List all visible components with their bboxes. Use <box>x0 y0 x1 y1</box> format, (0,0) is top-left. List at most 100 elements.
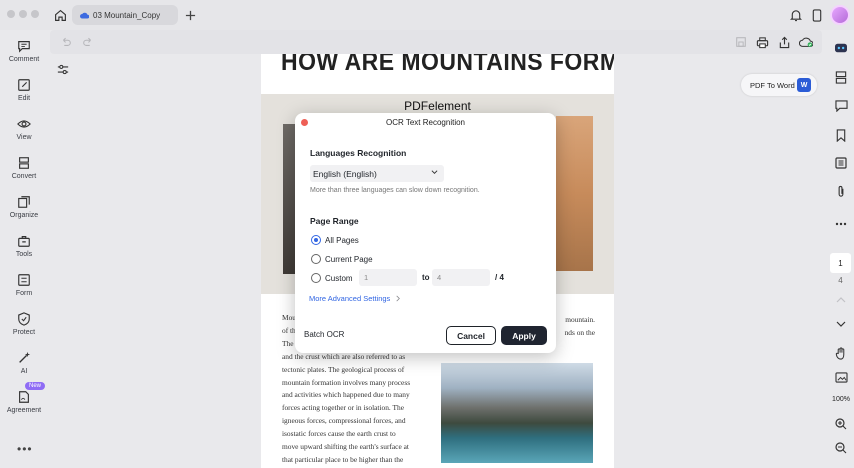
ellipsis-icon <box>835 222 847 226</box>
zoom-level[interactable]: 100% <box>829 396 853 403</box>
convert-icon <box>19 157 29 169</box>
sidebar-item-convert[interactable]: Convert <box>0 156 48 190</box>
display-settings-button[interactable] <box>55 61 71 77</box>
radio-label: Custom <box>325 273 353 283</box>
device-button[interactable] <box>809 7 825 23</box>
new-badge: New <box>25 382 46 390</box>
speech-bubble-icon <box>834 100 848 112</box>
sidebar-item-comment[interactable]: Comment <box>0 39 48 73</box>
agreement-icon <box>19 391 29 403</box>
page-range-section-title: Page Range <box>310 216 359 226</box>
shield-icon <box>18 312 30 326</box>
zoom-out-icon <box>835 442 847 454</box>
page-up-button[interactable] <box>833 292 849 308</box>
left-sidebar: Comment Edit View Convert Organize Tools… <box>0 30 48 468</box>
comments-panel-button[interactable] <box>833 98 849 114</box>
sidebar-item-label: Convert <box>11 173 37 180</box>
cancel-button[interactable]: Cancel <box>446 326 496 345</box>
fit-page-button[interactable] <box>833 369 849 385</box>
advanced-settings-label: More Advanced Settings <box>309 294 391 303</box>
thumbnails-icon <box>835 70 847 84</box>
advanced-settings-link[interactable]: More Advanced Settings <box>309 294 401 303</box>
pdf-to-word-button[interactable]: PDF To Word W <box>741 74 817 96</box>
attachments-button[interactable] <box>833 183 849 199</box>
text-line: igneous forces, compressional forces, an… <box>282 416 406 426</box>
apply-button[interactable]: Apply <box>501 326 547 345</box>
bookmarks-button[interactable] <box>833 127 849 143</box>
sidebar-item-agreement[interactable]: New Agreement <box>0 382 48 424</box>
print-button[interactable] <box>755 35 769 49</box>
zoom-out-button[interactable] <box>833 440 849 456</box>
undo-button[interactable] <box>59 35 73 49</box>
sidebar-item-form[interactable]: Form <box>0 273 48 307</box>
tablet-icon <box>812 8 822 22</box>
user-avatar[interactable] <box>830 5 850 25</box>
save-icon <box>736 37 746 47</box>
eye-icon <box>17 120 31 128</box>
ai-assistant-button[interactable] <box>833 40 849 56</box>
text-line: move upward shifting the earth's surface… <box>282 442 409 452</box>
sidebar-item-label: Agreement <box>6 407 42 414</box>
sidebar-item-label: Comment <box>8 56 40 63</box>
sidebar-item-view[interactable]: View <box>0 117 48 151</box>
current-page-input[interactable]: 1 <box>830 253 851 273</box>
text-line: isostatic forces cause the earth crust t… <box>282 429 396 439</box>
page-down-button[interactable] <box>833 316 849 332</box>
radio-all-pages[interactable]: All Pages <box>311 234 359 246</box>
share-button[interactable] <box>777 35 791 49</box>
window-close-dot[interactable] <box>7 10 15 18</box>
ai-wand-icon <box>19 351 31 363</box>
range-total-label: / 4 <box>495 273 504 282</box>
window-zoom-dot[interactable] <box>31 10 39 18</box>
notification-button[interactable] <box>788 7 804 23</box>
text-line: tectonic plates. The geological process … <box>282 364 405 374</box>
redo-button[interactable] <box>81 35 95 49</box>
list-panel-icon <box>835 157 847 169</box>
fields-button[interactable] <box>833 155 849 171</box>
sidebar-item-label: View <box>16 134 32 141</box>
more-options-button[interactable] <box>833 216 849 232</box>
cloud-check-icon <box>799 37 813 47</box>
sidebar-item-protect[interactable]: Protect <box>0 312 48 346</box>
batch-ocr-link[interactable]: Batch OCR <box>304 330 344 339</box>
language-select-value: English (English) <box>313 168 377 179</box>
new-tab-button[interactable] <box>182 5 198 25</box>
radio-custom[interactable]: Custom <box>311 272 353 284</box>
save-button[interactable] <box>734 35 748 49</box>
thumbnails-button[interactable] <box>833 69 849 85</box>
document-tab[interactable]: 03 Mountain_Copy <box>72 5 178 25</box>
robot-icon <box>835 43 847 53</box>
cloud-sync-button[interactable] <box>799 35 813 49</box>
radio-button-checked[interactable] <box>311 235 321 245</box>
language-select[interactable]: English (English) <box>310 165 444 182</box>
plus-icon <box>185 10 195 20</box>
text-line: nds on the <box>564 328 595 337</box>
sidebar-item-label: Protect <box>12 329 36 336</box>
languages-section-title: Languages Recognition <box>310 148 407 158</box>
radio-button[interactable] <box>311 254 321 264</box>
hand-tool-button[interactable] <box>833 345 849 361</box>
home-button[interactable] <box>50 5 70 25</box>
sidebar-item-edit[interactable]: Edit <box>0 78 48 112</box>
more-button[interactable]: ••• <box>17 442 33 456</box>
edit-icon <box>18 79 30 91</box>
radio-current-page[interactable]: Current Page <box>311 253 373 265</box>
zoom-in-button[interactable] <box>833 416 849 432</box>
sidebar-item-organize[interactable]: Organize <box>0 195 48 229</box>
text-line: mountain formation involves many process <box>282 377 411 387</box>
form-icon <box>18 274 30 286</box>
custom-from-input[interactable]: 1 <box>359 269 417 286</box>
pdf-to-word-label: PDF To Word <box>750 80 795 90</box>
sidebar-item-ai[interactable]: AI <box>0 351 48 385</box>
printer-icon <box>756 36 768 48</box>
paperclip-icon <box>838 185 844 197</box>
top-toolbar <box>50 30 822 54</box>
sliders-icon <box>57 64 69 74</box>
page-image-caption: PDFelement <box>404 99 471 113</box>
window-minimize-dot[interactable] <box>19 10 27 18</box>
sidebar-item-tools[interactable]: Tools <box>0 234 48 268</box>
custom-to-input[interactable]: 4 <box>432 269 490 286</box>
home-icon <box>54 9 66 21</box>
radio-button[interactable] <box>311 273 321 283</box>
sidebar-item-label: Tools <box>15 251 33 258</box>
